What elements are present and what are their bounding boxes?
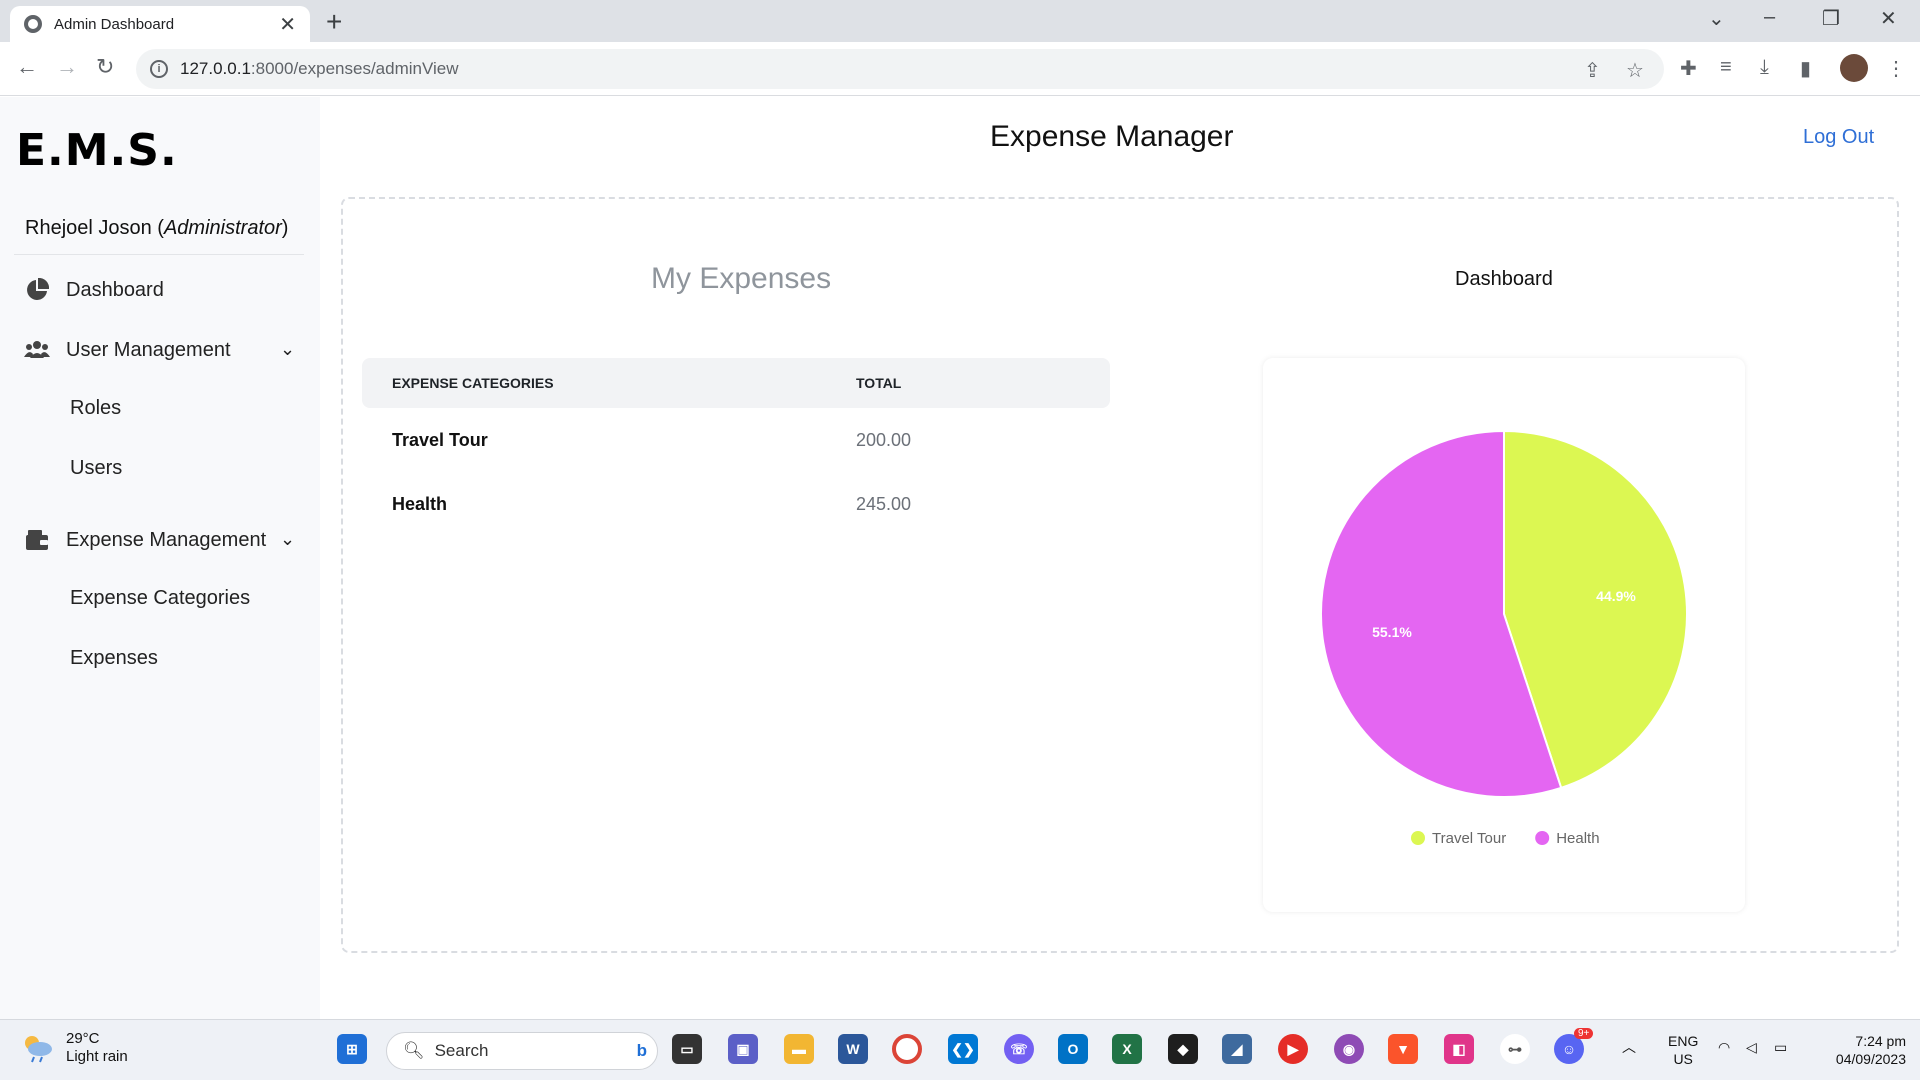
task-view-icon[interactable]: ▭ [672, 1034, 702, 1064]
dashboard-title: Dashboard [1455, 268, 1553, 290]
menu-kebab-icon[interactable]: ⋮ [1886, 56, 1906, 81]
share-icon[interactable]: ⇪ [1584, 58, 1601, 83]
restore-icon[interactable]: ❐ [1822, 6, 1840, 31]
globe-icon [24, 15, 42, 33]
battery-icon[interactable]: ▭ [1774, 1038, 1787, 1056]
table-cell-category: Travel Tour [392, 429, 488, 450]
pie-chart-icon [24, 277, 50, 303]
column-header-category: EXPENSE CATEGORIES [392, 375, 554, 391]
pie-chart: 44.9% 55.1% Travel Tour Health [1320, 429, 1688, 847]
forward-icon[interactable]: → [56, 54, 78, 80]
site-info-icon[interactable]: i [150, 60, 168, 78]
language-indicator[interactable]: ENG US [1668, 1032, 1698, 1068]
tab-title: Admin Dashboard [54, 15, 175, 33]
wallet-icon [24, 527, 50, 553]
side-panel-icon[interactable]: ▮ [1800, 56, 1811, 81]
browser-tabstrip: Admin Dashboard ✕ + ⌄ – ❐ ✕ [0, 0, 1920, 42]
table-cell-total: 200.00 [856, 429, 912, 450]
sidebar-item-user-management[interactable]: User Management ⌄ [24, 337, 304, 363]
extensions-icon[interactable]: ✚ [1680, 56, 1697, 81]
chrome-icon[interactable] [892, 1034, 922, 1064]
table-header: EXPENSE CATEGORIES TOTAL [362, 358, 1110, 408]
back-icon[interactable]: ← [16, 54, 38, 80]
taskbar: 29°C Light rain ⊞ 🔍︎ Search b ▭ ▣ ▬ W ❮❯… [0, 1019, 1920, 1080]
sidebar: E.M.S. Rhejoel Joson (Administrator) Das… [0, 97, 320, 1019]
url-text: 127.0.0.1:8000/expenses/adminView [180, 59, 459, 78]
page-title: Expense Manager [990, 120, 1234, 153]
clock[interactable]: 7:24 pm 04/09/2023 [1810, 1032, 1906, 1068]
weather-condition: Light rain [66, 1048, 128, 1065]
sidebar-item-expenses[interactable]: Expenses [70, 647, 158, 670]
start-icon[interactable]: ⊞ [337, 1034, 367, 1064]
word-icon[interactable]: W [838, 1034, 868, 1064]
file-explorer-icon[interactable]: ▬ [784, 1034, 814, 1064]
download-icon[interactable]: ⤓ [1760, 56, 1769, 79]
search-icon: 🔍︎ [403, 1041, 425, 1060]
sidebar-item-label: Expense Management [66, 528, 267, 551]
youtube-music-icon[interactable]: ▶ [1278, 1034, 1308, 1064]
brave-icon[interactable]: ▼ [1388, 1034, 1418, 1064]
legend-label[interactable]: Health [1556, 830, 1599, 847]
sidebar-item-roles[interactable]: Roles [70, 397, 121, 420]
column-header-total: TOTAL [856, 375, 902, 391]
sidebar-item-label: User Management [66, 338, 231, 361]
sidebar-item-expense-categories[interactable]: Expense Categories [70, 587, 250, 610]
minimize-icon[interactable]: – [1764, 6, 1775, 29]
table-row: Health 245.00 [362, 472, 1110, 536]
key-icon[interactable]: ⊶ [1500, 1034, 1530, 1064]
table-row: Travel Tour 200.00 [362, 408, 1110, 472]
expenses-table: EXPENSE CATEGORIES TOTAL Travel Tour 200… [362, 358, 1110, 536]
pie-data-label: 44.9% [1596, 588, 1636, 604]
address-bar[interactable]: i 127.0.0.1:8000/expenses/adminView ⇪ ☆ [136, 49, 1664, 89]
brand-logo: E.M.S. [16, 125, 178, 176]
users-icon [24, 337, 50, 363]
outlook-icon[interactable]: O [1058, 1034, 1088, 1064]
sidebar-item-label: Dashboard [66, 278, 164, 301]
tab-search-chevron-icon[interactable]: ⌄ [1708, 6, 1725, 31]
browser-tab[interactable]: Admin Dashboard ✕ [10, 6, 310, 42]
excel-icon[interactable]: X [1112, 1034, 1142, 1064]
viber-icon[interactable]: ☏ [1004, 1034, 1034, 1064]
search-placeholder: Search [434, 1041, 489, 1060]
mysql-workbench-icon[interactable]: ◢ [1222, 1034, 1252, 1064]
github-icon[interactable]: ◉ [1334, 1034, 1364, 1064]
weather-widget[interactable]: 29°C Light rain [20, 1030, 128, 1066]
logout-link[interactable]: Log Out [1803, 126, 1874, 149]
legend-label[interactable]: Travel Tour [1432, 830, 1506, 847]
chevron-up-icon[interactable]: ︿ [1622, 1038, 1636, 1056]
table-cell-category: Health [392, 493, 448, 514]
current-user: Rhejoel Joson (Administrator) [25, 217, 289, 239]
sidebar-item-dashboard[interactable]: Dashboard [24, 277, 164, 303]
legend-swatch[interactable] [1535, 831, 1550, 845]
volume-icon[interactable]: ◁ [1746, 1038, 1757, 1056]
reload-icon[interactable]: ↻ [96, 54, 114, 80]
chevron-down-icon[interactable]: ⌄ [280, 339, 295, 360]
reading-list-icon[interactable]: ≡ [1720, 56, 1732, 79]
rain-cloud-icon [20, 1033, 54, 1063]
profile-avatar[interactable] [1840, 54, 1868, 82]
temperature: 29°C [66, 1030, 100, 1047]
browser-toolbar: ← → ↻ i 127.0.0.1:8000/expenses/adminVie… [0, 42, 1920, 96]
close-tab-icon[interactable]: ✕ [279, 12, 296, 37]
taskbar-search[interactable]: 🔍︎ Search b [386, 1032, 658, 1070]
bookmark-star-icon[interactable]: ☆ [1626, 58, 1644, 83]
figma-icon[interactable]: ◆ [1168, 1034, 1198, 1064]
divider [14, 254, 304, 255]
teams-chat-icon[interactable]: ▣ [728, 1034, 758, 1064]
new-tab-icon[interactable]: + [326, 6, 342, 38]
sidebar-item-expense-management[interactable]: Expense Management ⌄ [24, 527, 304, 553]
my-expenses-title: My Expenses [651, 262, 832, 295]
table-cell-total: 245.00 [856, 493, 912, 514]
wifi-icon[interactable]: ◠ [1718, 1038, 1730, 1056]
chevron-down-icon[interactable]: ⌄ [280, 529, 295, 550]
pink-app-icon[interactable]: ◧ [1444, 1034, 1474, 1064]
vscode-icon[interactable]: ❮❯ [948, 1034, 978, 1064]
pie-data-label: 55.1% [1372, 624, 1412, 640]
bing-icon[interactable]: b [637, 1041, 647, 1061]
notification-badge: 9+ [1574, 1028, 1594, 1039]
sidebar-item-users[interactable]: Users [70, 457, 122, 480]
chart-card: 44.9% 55.1% Travel Tour Health [1263, 358, 1745, 912]
legend-swatch[interactable] [1411, 831, 1425, 845]
close-window-icon[interactable]: ✕ [1880, 6, 1897, 31]
